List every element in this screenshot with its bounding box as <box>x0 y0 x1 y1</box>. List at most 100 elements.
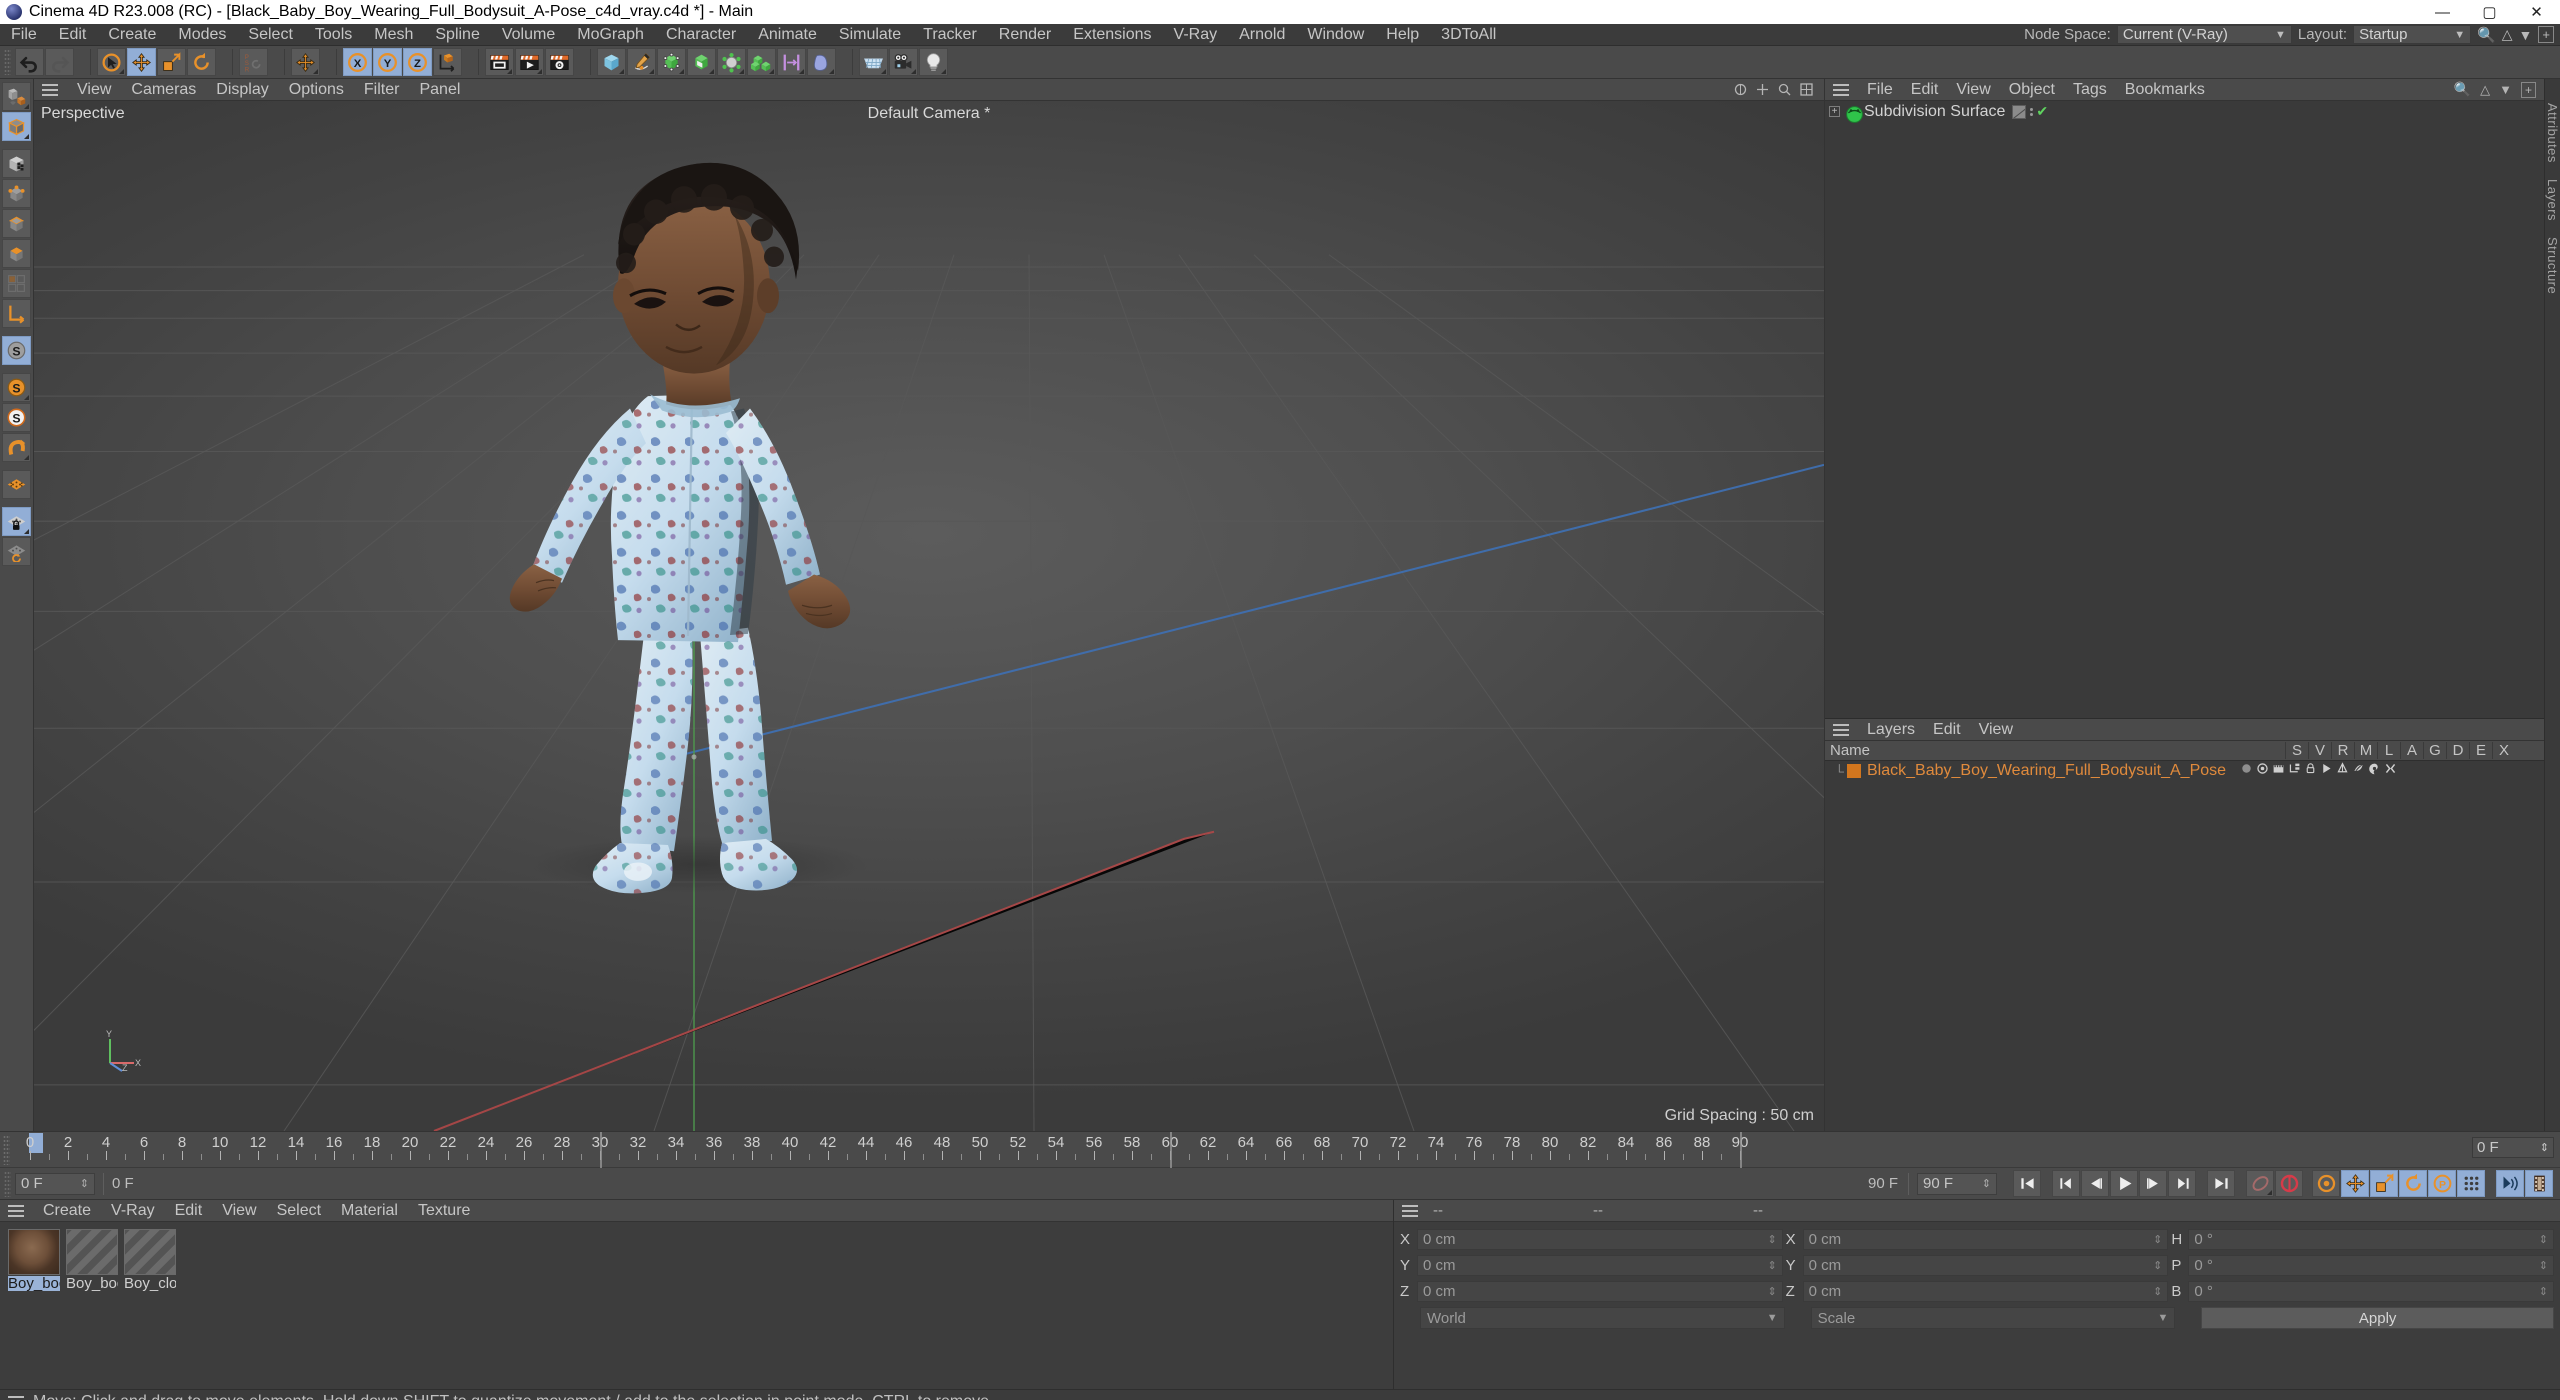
layer-col-e[interactable]: E <box>2469 742 2492 759</box>
stepper-icon[interactable]: ⇕ <box>1767 1233 1776 1246</box>
coord-field-size-1[interactable]: 0 cm ⇕ <box>1802 1255 2169 1276</box>
timeline-marker[interactable] <box>600 1132 602 1168</box>
coord-field-rotation-1[interactable]: 0 ° ⇕ <box>2188 1255 2555 1276</box>
material-item[interactable]: Boy_bod <box>66 1229 118 1389</box>
layer-menu-layers[interactable]: Layers <box>1858 719 1924 741</box>
menu-item-window[interactable]: Window <box>1296 24 1375 46</box>
layer-col-s[interactable]: S <box>2285 742 2308 759</box>
live-selection-icon[interactable] <box>97 48 126 76</box>
layer-col-m[interactable]: M <box>2354 742 2377 759</box>
layer-menu-edit[interactable]: Edit <box>1924 719 1970 741</box>
object-row[interactable]: + Subdivision Surface ✔ <box>1825 101 2544 123</box>
node-space-select[interactable]: Current (V-Ray) ▼ <box>2116 25 2292 44</box>
layer-col-r[interactable]: R <box>2331 742 2354 759</box>
status-hamburger-icon[interactable] <box>8 1395 24 1400</box>
toolbar-grip[interactable] <box>4 49 11 75</box>
axis-modify-mode-icon[interactable] <box>2 299 31 328</box>
layer-col-d[interactable]: D <box>2446 742 2469 759</box>
keyframe-selection-button[interactable] <box>2312 1170 2340 1197</box>
timeline-grip[interactable] <box>3 1135 10 1165</box>
viewport-menu-filter[interactable]: Filter <box>354 79 410 101</box>
apply-button[interactable]: Apply <box>2201 1307 2555 1329</box>
viewport-menu-cameras[interactable]: Cameras <box>121 79 206 101</box>
previous-key-button[interactable] <box>2052 1170 2080 1197</box>
visibility-check-icon[interactable]: ✔ <box>2036 103 2048 120</box>
timeline-ruler[interactable]: 0246810121416182022242628303234363840424… <box>12 1132 2468 1168</box>
material-menu-texture[interactable]: Texture <box>408 1200 480 1222</box>
close-button[interactable]: ✕ <box>2513 0 2560 24</box>
stepper-icon[interactable]: ⇕ <box>2539 1285 2548 1298</box>
filter-icon[interactable]: ▼ <box>2519 27 2533 43</box>
coord-field-position-0[interactable]: 0 cm ⇕ <box>1417 1229 1783 1250</box>
layer-flag-x[interactable] <box>2384 762 2397 780</box>
layer-flag-s[interactable] <box>2240 762 2253 780</box>
current-frame-field[interactable]: 0 F ⇕ <box>15 1172 95 1195</box>
menu-item-volume[interactable]: Volume <box>491 24 566 46</box>
stepper-icon[interactable]: ⇕ <box>2539 1233 2548 1246</box>
menu-item-simulate[interactable]: Simulate <box>828 24 912 46</box>
layer-manager-panel[interactable]: Name SVRMLAGDEX └ Black_Baby_Boy_Wearing_… <box>1825 741 2544 1131</box>
autokeying-button[interactable] <box>2275 1170 2303 1197</box>
redo-icon[interactable] <box>45 48 74 76</box>
timeline-ruler-bar[interactable]: 0246810121416182022242628303234363840424… <box>0 1131 2560 1168</box>
menu-item-create[interactable]: Create <box>97 24 167 46</box>
home-icon[interactable]: △ <box>2502 26 2513 43</box>
menu-item-select[interactable]: Select <box>237 24 303 46</box>
menu-item-tracker[interactable]: Tracker <box>912 24 988 46</box>
psr-reset-icon[interactable]: PSR <box>239 48 268 76</box>
play-button[interactable] <box>2110 1170 2138 1197</box>
filmstrip-button[interactable] <box>2525 1170 2553 1197</box>
move-tool-icon[interactable] <box>127 48 156 76</box>
move-axis-icon[interactable] <box>291 48 320 76</box>
menu-item-modes[interactable]: Modes <box>167 24 237 46</box>
material-menu-view[interactable]: View <box>212 1200 266 1222</box>
object-manager-hamburger-icon[interactable] <box>1833 83 1849 96</box>
snap-settings-icon[interactable]: S <box>2 373 31 402</box>
polygons-mode-icon[interactable] <box>2 239 31 268</box>
add-light-icon[interactable] <box>919 48 948 76</box>
menu-item-edit[interactable]: Edit <box>48 24 98 46</box>
workplane-snap-icon[interactable]: S <box>2 403 31 432</box>
layer-color-swatch[interactable] <box>1847 764 1861 778</box>
material-item[interactable]: Boy_clot <box>124 1229 176 1389</box>
vtab-layers[interactable]: Layers <box>2545 179 2560 221</box>
add-simulation-icon[interactable] <box>807 48 836 76</box>
material-preview-thumbnail[interactable] <box>124 1229 176 1275</box>
position-key-button[interactable] <box>2341 1170 2369 1197</box>
timeline-marker[interactable] <box>1740 1132 1742 1168</box>
material-thumbnails[interactable]: Boy_bod Boy_bod Boy_clot <box>0 1222 1393 1389</box>
object-menu-bookmarks[interactable]: Bookmarks <box>2116 79 2214 101</box>
add-array-modeling-icon[interactable] <box>687 48 716 76</box>
menu-item-help[interactable]: Help <box>1375 24 1430 46</box>
scale-tool-icon[interactable] <box>157 48 186 76</box>
stepper-icon[interactable]: ⇕ <box>1767 1285 1776 1298</box>
make-editable-icon[interactable] <box>2 82 31 111</box>
menu-item-character[interactable]: Character <box>655 24 747 46</box>
add-cube-primitive-icon[interactable] <box>597 48 626 76</box>
menu-item-render[interactable]: Render <box>988 24 1062 46</box>
menu-item-mesh[interactable]: Mesh <box>363 24 424 46</box>
stepper-icon[interactable]: ⇕ <box>1767 1259 1776 1272</box>
points-mode-icon[interactable] <box>2 179 31 208</box>
object-menu-edit[interactable]: Edit <box>1902 79 1948 101</box>
coord-field-position-1[interactable]: 0 cm ⇕ <box>1417 1255 1783 1276</box>
playbar-grip[interactable] <box>4 1170 11 1197</box>
menu-item-v-ray[interactable]: V-Ray <box>1163 24 1229 46</box>
world-object-axis-icon[interactable] <box>433 48 462 76</box>
menu-item-arnold[interactable]: Arnold <box>1228 24 1296 46</box>
timeline-frame-field[interactable]: 0 F ⇕ <box>2472 1137 2554 1158</box>
coordinates-hamburger-icon[interactable] <box>1402 1204 1418 1217</box>
edges-mode-icon[interactable] <box>2 209 31 238</box>
add-camera-icon[interactable] <box>889 48 918 76</box>
material-preview-thumbnail[interactable] <box>66 1229 118 1275</box>
next-key-button[interactable] <box>2168 1170 2196 1197</box>
model-mode-icon[interactable] <box>2 112 31 141</box>
menu-item-file[interactable]: File <box>0 24 48 46</box>
coord-field-position-2[interactable]: 0 cm ⇕ <box>1417 1281 1783 1302</box>
menu-item-3dtoall[interactable]: 3DToAll <box>1430 24 1507 46</box>
layer-flag-v[interactable] <box>2256 762 2269 780</box>
expand-toggle-icon[interactable]: + <box>1829 106 1840 117</box>
layer-flag-a[interactable] <box>2320 762 2333 780</box>
go-to-end-button[interactable] <box>2207 1170 2235 1197</box>
minimize-button[interactable]: — <box>2419 0 2466 24</box>
